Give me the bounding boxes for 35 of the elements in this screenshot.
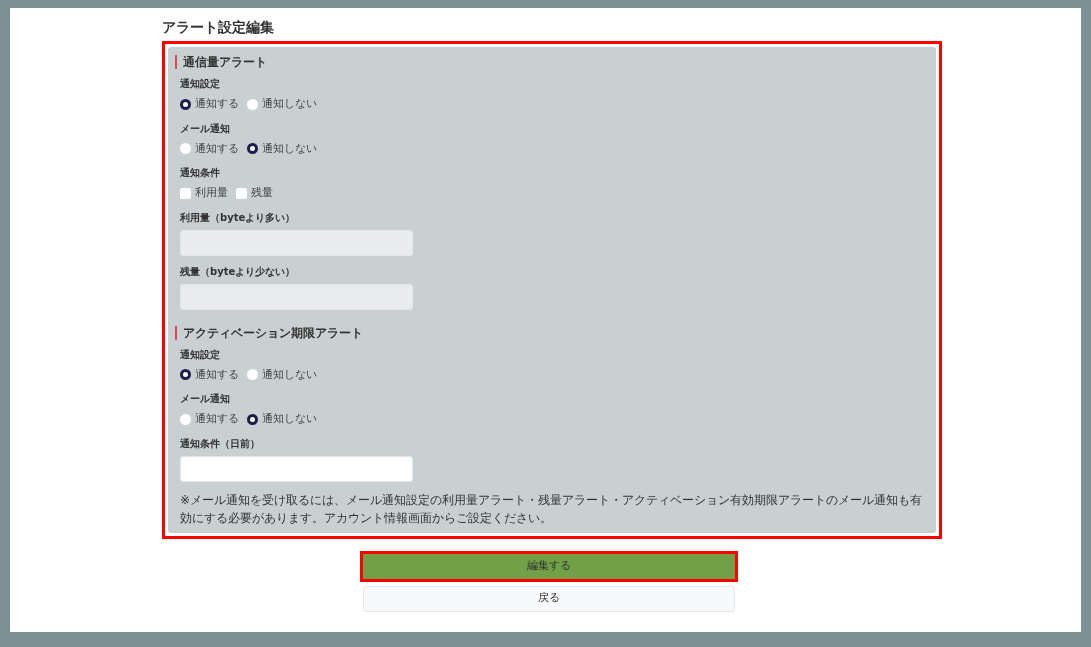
radio-button[interactable]: [180, 98, 191, 110]
edit-button[interactable]: 編集する: [360, 550, 738, 582]
field-label: メール通知: [180, 392, 231, 405]
field-label: 残量（byteより少ない）: [180, 264, 297, 278]
field-label: 通知条件: [180, 166, 221, 179]
field-label: メール通知: [180, 121, 231, 135]
option-label: 通知しない: [262, 140, 317, 157]
radio-button[interactable]: [247, 369, 258, 381]
option-label: 通知する: [195, 140, 239, 157]
back-button[interactable]: 戻る: [363, 585, 735, 612]
field-label: 通知設定: [180, 347, 221, 361]
page-title: アラート設定編集: [162, 18, 275, 36]
option-label: 通知する: [195, 411, 239, 427]
option-label: 残量: [251, 185, 273, 201]
option-label: 通知する: [195, 366, 239, 383]
section-heading: アクティベーション期限アラート: [175, 325, 924, 340]
note-text: ※メール通知を受け取るには、メール通知設定の利用量アラート・残量アラート・アクティベーション有効期限アラートのメール通知も有効にする必要があります。アカウント情報画面からご設定ください。: [180, 491, 924, 527]
section-heading: 通信量アラート: [175, 55, 924, 69]
field-label: 利用量（byteより多い）: [180, 210, 297, 224]
radio-button[interactable]: [180, 369, 191, 381]
checkbox[interactable]: [236, 187, 247, 199]
radio-button[interactable]: [180, 143, 191, 155]
radio-button[interactable]: [180, 413, 191, 425]
radio-button[interactable]: [247, 413, 258, 425]
field-label: 通知条件（日前）: [180, 436, 261, 450]
option-label: 通知する: [195, 96, 239, 112]
field-label: 通知設定: [180, 77, 221, 90]
option-label: 利用量: [195, 185, 228, 201]
option-label: 通知しない: [262, 96, 317, 112]
option-label: 通知しない: [262, 366, 317, 383]
option-label: 通知しない: [262, 411, 317, 427]
checkbox[interactable]: [180, 187, 191, 199]
radio-button[interactable]: [247, 143, 258, 155]
input-field[interactable]: [180, 455, 413, 482]
radio-button[interactable]: [247, 98, 258, 110]
